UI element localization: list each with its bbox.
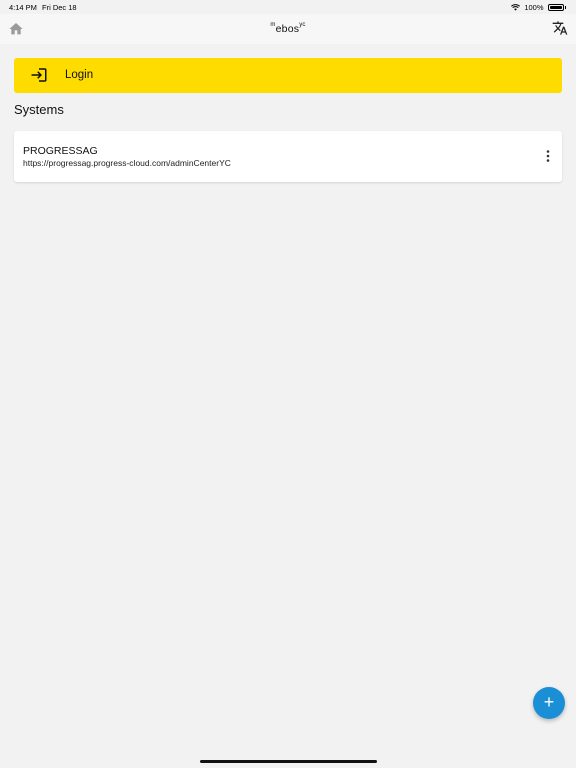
status-time: 4:14 PM [9,3,37,12]
app-title-main: ebos [275,23,300,35]
system-card[interactable]: PROGRESSAG https://progressag.progress-c… [14,131,562,182]
home-indicator [200,760,377,763]
status-date: Fri Dec 18 [42,3,77,12]
status-indicators: 100% [511,3,566,12]
battery-tip [564,6,566,9]
login-icon [31,68,47,82]
battery-icon [547,4,564,11]
system-url: https://progressag.progress-cloud.com/ad… [23,158,231,168]
translate-button[interactable] [552,20,568,36]
login-button[interactable]: Login [14,58,562,93]
app-title-suffix: yc [299,22,306,28]
add-system-button[interactable]: + [533,687,565,719]
app-bar: mebosyc [0,14,576,44]
translate-icon [552,21,568,35]
more-vertical-icon [546,150,550,162]
battery-percent: 100% [524,3,544,12]
system-name: PROGRESSAG [23,145,98,157]
systems-title: Systems [14,102,64,117]
wifi-icon [511,4,521,11]
system-more-button[interactable] [542,148,554,164]
login-label: Login [65,69,94,81]
app-title: mebosyc [0,22,576,35]
plus-icon: + [543,692,555,712]
